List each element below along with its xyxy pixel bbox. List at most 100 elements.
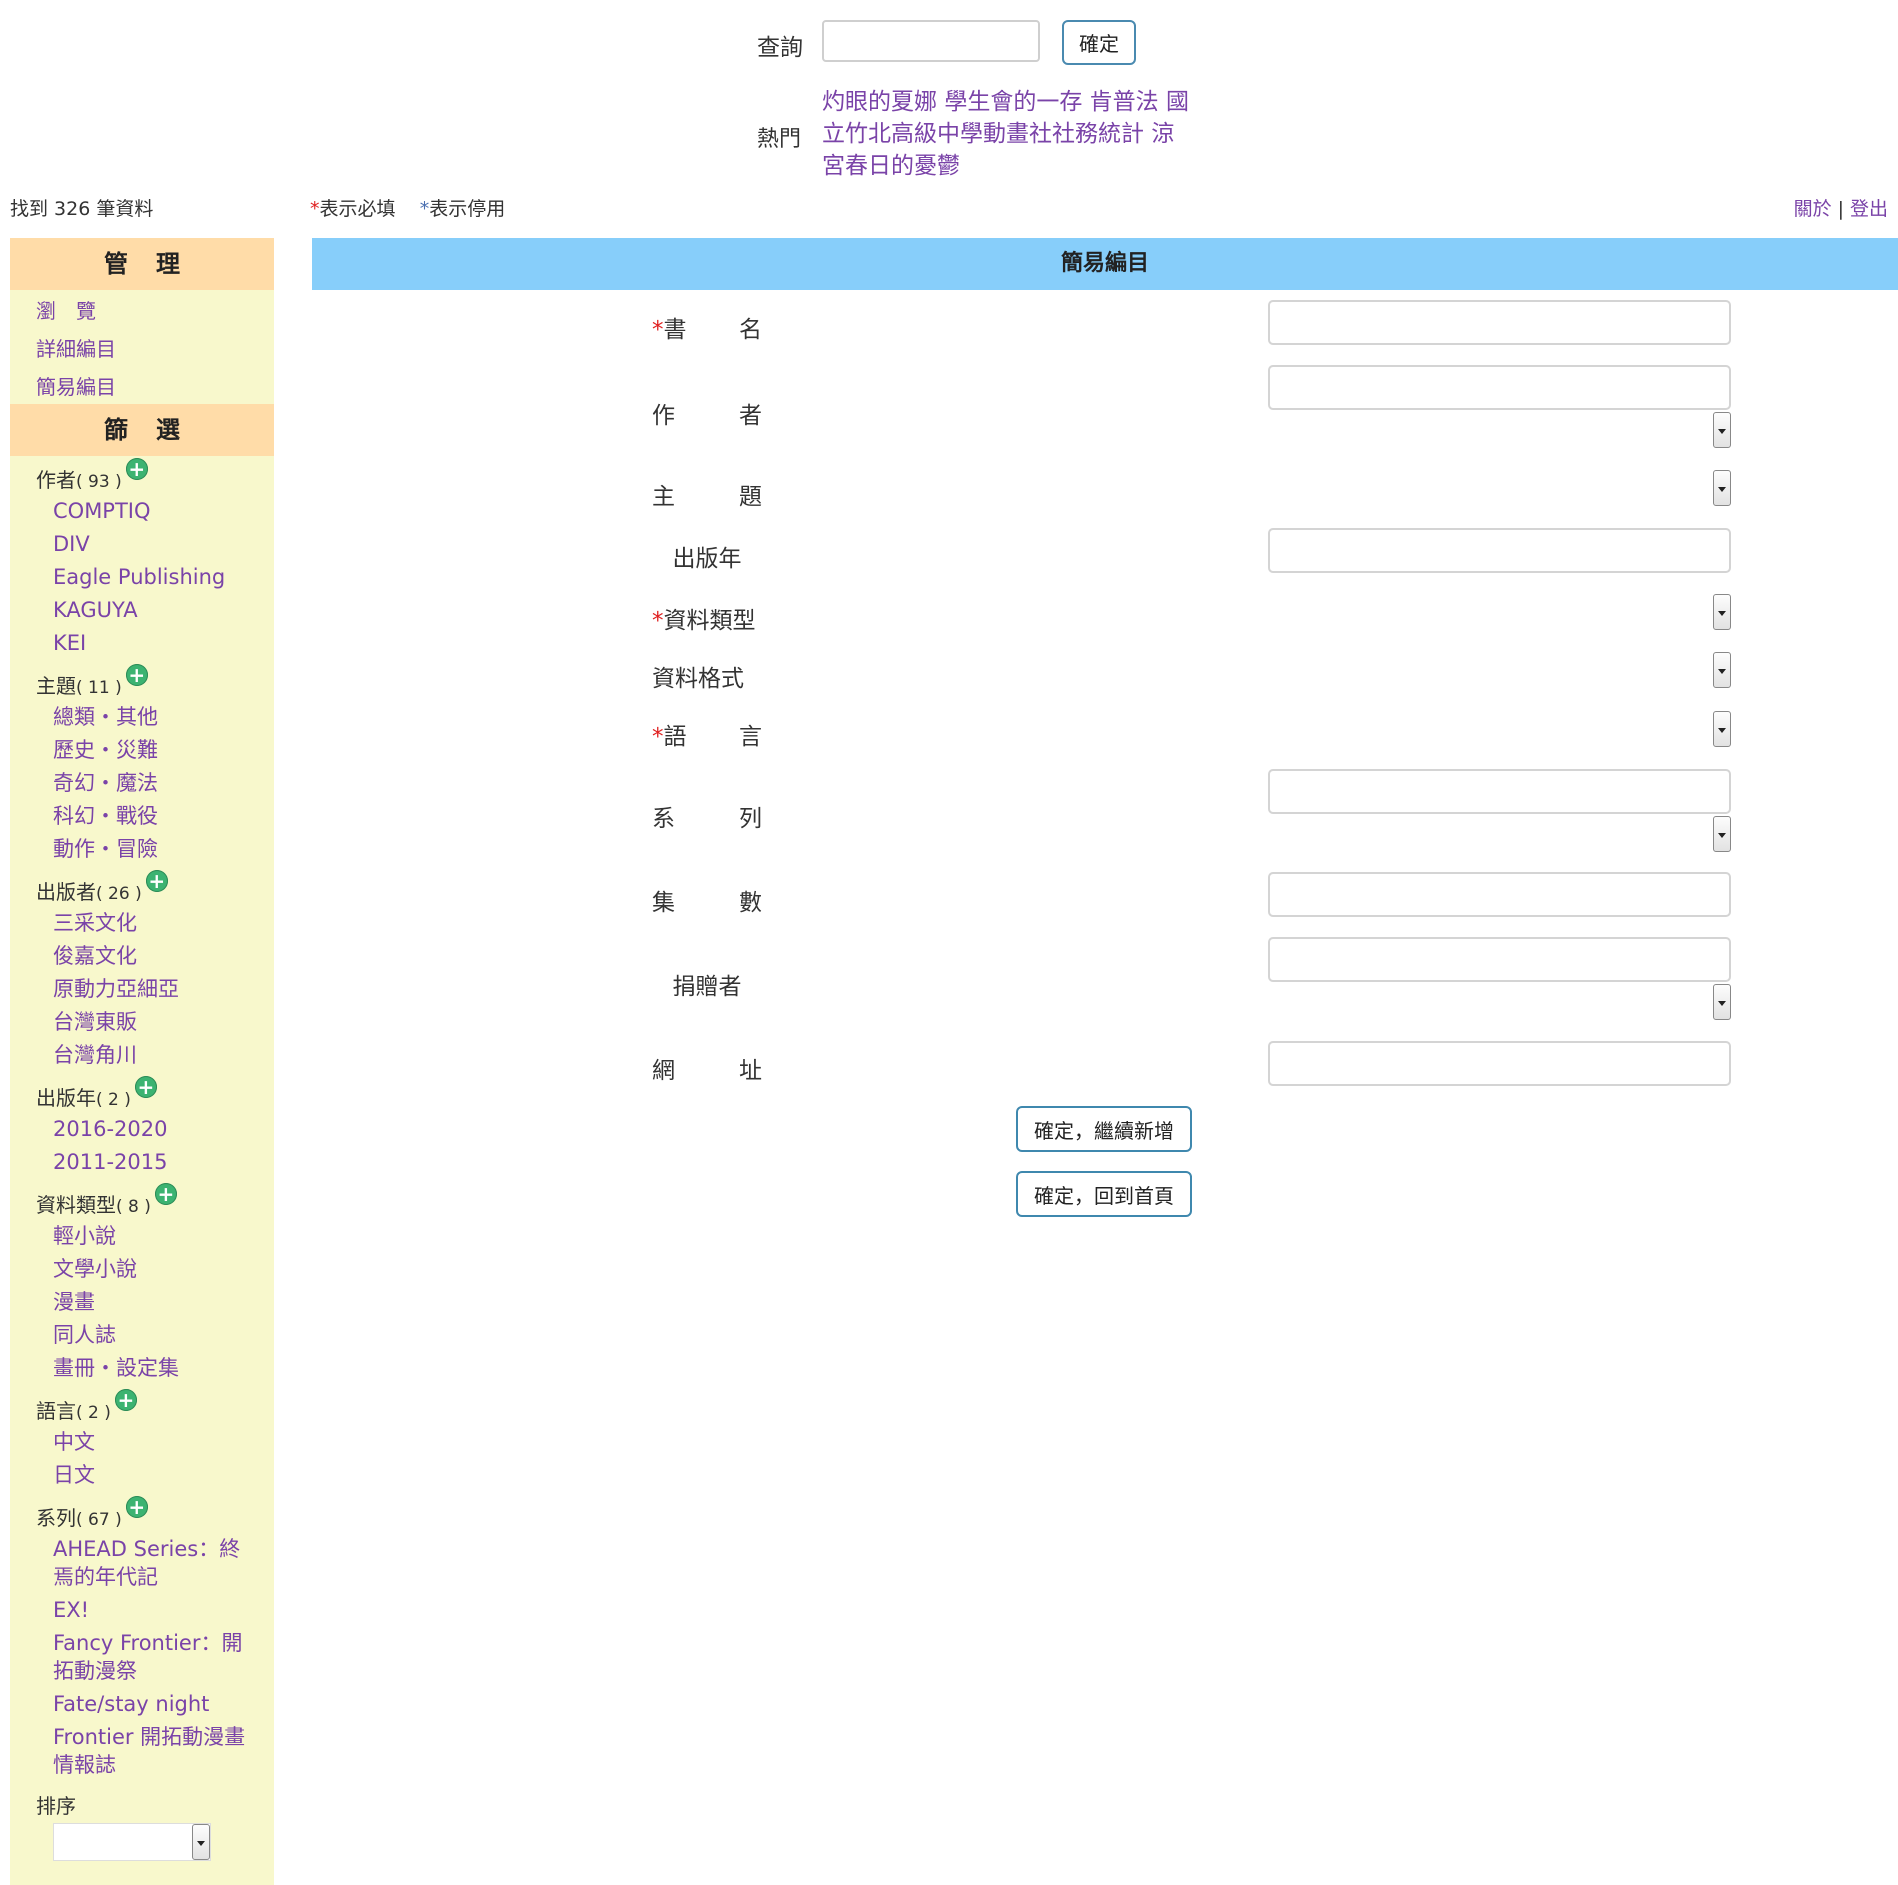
filter-option[interactable]: 台灣角川 [53,1041,253,1069]
title-input[interactable] [1268,300,1731,345]
plus-circle-icon[interactable]: + [114,1389,137,1411]
filter-option[interactable]: 2016-2020 [53,1115,253,1143]
language-dropdown[interactable] [1713,711,1731,747]
donor-input[interactable] [1268,937,1731,982]
filter-option[interactable]: KEI [53,629,253,657]
form-title: 簡易編目 [312,238,1898,290]
filter-option[interactable]: EX! [53,1596,253,1624]
filter-group-label: 出版年 [36,1086,96,1110]
plus-circle-icon[interactable]: + [125,458,148,480]
filter-group-count: ( 26 ) [96,884,142,904]
series-dropdown[interactable] [1713,816,1731,852]
filter-option[interactable]: 台灣東販 [53,1008,253,1036]
label-char: 列 [739,806,762,832]
label-char: 址 [739,1058,762,1084]
filter-group-label: 主題 [36,674,76,698]
sort-label: 排序 [36,1794,76,1818]
filter-option[interactable]: Fancy Frontier：開拓動漫祭 [53,1629,253,1685]
required-mark: * [652,724,664,750]
search-submit-button[interactable]: 確定 [1062,20,1136,65]
filter-option[interactable]: DIV [53,530,253,558]
filter-group-label: 資料類型 [36,1193,116,1217]
field-label-url: 網址 [652,1051,762,1085]
url-input[interactable] [1268,1041,1731,1086]
sidebar-item-detailed-catalog[interactable]: 詳細編目 [36,333,116,362]
filter-option[interactable]: 總類・其他 [53,703,253,731]
filter-option[interactable]: 輕小說 [53,1222,253,1250]
filter-option[interactable]: 文學小說 [53,1255,253,1283]
filter-option[interactable]: 2011-2015 [53,1148,253,1176]
filter-option[interactable]: Eagle Publishing [53,563,253,591]
field-label-data-type: *資料類型 [652,601,762,635]
required-mark: * [652,608,664,634]
filter-option[interactable]: 畫冊・設定集 [53,1354,253,1382]
filter-group-count: ( 67 ) [76,1510,122,1530]
field-label-donor: 捐贈者 [672,974,742,1000]
filter-option[interactable]: 奇幻・魔法 [53,769,253,797]
data-format-dropdown[interactable] [1713,652,1731,688]
filter-group-title: 系列( 67 )+ [36,1496,148,1531]
plus-circle-icon[interactable]: + [125,1496,148,1518]
filter-option[interactable]: AHEAD Series：終焉的年代記 [53,1535,253,1591]
label-char: 集 [652,890,675,916]
year-input[interactable] [1268,528,1731,573]
filter-option[interactable]: Frontier 開拓動漫畫情報誌 [53,1723,253,1779]
sidebar-item-browse[interactable]: 瀏 覽 [36,295,96,324]
about-link[interactable]: 關於 [1794,198,1832,220]
label-char: 數 [739,890,762,916]
filter-option[interactable]: 動作・冒險 [53,835,253,863]
filter-group-label: 系列 [36,1506,76,1530]
filter-group-title: 出版年( 2 )+ [36,1076,157,1111]
donor-dropdown[interactable] [1713,984,1731,1020]
search-input[interactable] [822,20,1040,62]
filter-option[interactable]: 歷史・災難 [53,736,253,764]
filter-option[interactable]: 漫畫 [53,1288,253,1316]
plus-circle-icon[interactable]: + [145,870,168,892]
hot-link[interactable]: 灼眼的夏娜 [822,89,937,115]
hot-link[interactable]: 學生會的一存 [944,89,1082,115]
subject-dropdown[interactable] [1713,470,1731,506]
logout-link[interactable]: 登出 [1850,198,1888,220]
label-text: 資料類型 [663,608,756,634]
label-text: 資料格式 [652,666,744,692]
label-char: 作 [652,403,675,429]
filter-group-count: ( 2 ) [76,1403,111,1423]
filter-option[interactable]: COMPTIQ [53,497,253,525]
data-type-dropdown[interactable] [1713,594,1731,630]
filter-option[interactable]: 俊嘉文化 [53,942,253,970]
field-label-title: *書 名 [652,310,762,344]
label-char: 題 [739,484,762,510]
plus-circle-icon[interactable]: + [134,1076,157,1098]
filter-group-title: 出版者( 26 )+ [36,870,168,905]
filter-option[interactable]: Fate/stay night [53,1690,253,1718]
plus-circle-icon[interactable]: + [154,1183,177,1205]
chevron-down-icon[interactable] [192,1824,210,1860]
filter-option[interactable]: KAGUYA [53,596,253,624]
filter-option[interactable]: 三采文化 [53,909,253,937]
label-char: 系 [652,806,675,832]
series-input[interactable] [1268,769,1731,814]
author-input[interactable] [1268,365,1731,410]
filter-group-title: 作者( 93 )+ [36,458,148,493]
filter-option[interactable]: 中文 [53,1428,253,1456]
filter-option[interactable]: 日文 [53,1461,253,1489]
label-char: 網 [652,1058,675,1084]
filter-option[interactable]: 同人誌 [53,1321,253,1349]
filter-group-label: 出版者 [36,880,96,904]
hot-link[interactable]: 肯普法 [1090,89,1159,115]
filter-option[interactable]: 原動力亞細亞 [53,975,253,1003]
link-separator: | [1837,198,1844,220]
sidebar-item-simple-catalog[interactable]: 簡易編目 [36,371,116,400]
top-links: 關於 | 登出 [1794,194,1888,221]
field-label-author: 作者 [652,396,762,430]
plus-circle-icon[interactable]: + [125,664,148,686]
filter-option[interactable]: 科幻・戰役 [53,802,253,830]
label-char: 書 [663,317,687,343]
submit-home-button[interactable]: 確定，回到首頁 [1016,1171,1192,1217]
author-dropdown[interactable] [1713,412,1731,448]
volume-input[interactable] [1268,872,1731,917]
required-mark: * [310,198,320,220]
search-label: 查詢 [757,35,803,61]
submit-continue-button[interactable]: 確定，繼續新增 [1016,1106,1192,1152]
sort-select[interactable] [53,1823,211,1861]
